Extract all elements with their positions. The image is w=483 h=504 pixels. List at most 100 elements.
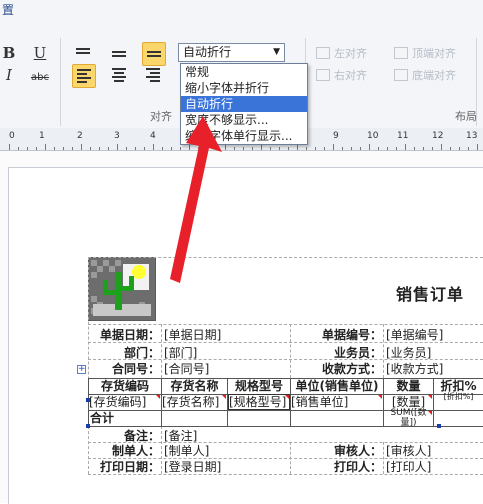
text-control-combo[interactable]: 自动折行 ▼ <box>178 43 285 62</box>
salesman-field[interactable]: [业务员] <box>386 345 483 361</box>
underline-button[interactable]: U <box>31 44 49 62</box>
ruler-tick <box>378 147 379 150</box>
menu-link[interactable]: 置 <box>2 1 14 18</box>
table-border <box>88 426 483 427</box>
printer-field[interactable]: [打印人] <box>386 459 483 475</box>
report-title[interactable]: 销售订单 <box>396 281 464 305</box>
ruler-tick <box>36 147 37 150</box>
cell-marker <box>428 411 432 415</box>
ruler-tick <box>162 147 163 150</box>
table-cell[interactable]: [折扣%] <box>434 392 483 408</box>
align-top-button[interactable] <box>72 40 94 62</box>
ruler-tick <box>423 147 424 150</box>
strikethrough-button[interactable]: abc <box>31 68 49 86</box>
align-middle-icon <box>112 51 126 57</box>
column-header[interactable]: 数量 <box>384 378 433 394</box>
auditor-field[interactable]: [审核人] <box>386 443 483 459</box>
selection-handle[interactable] <box>86 398 90 402</box>
column-header[interactable]: 存货名称 <box>162 378 227 394</box>
ruler-tick <box>405 144 406 150</box>
align-left-button[interactable] <box>72 64 96 88</box>
guide-line <box>290 324 291 378</box>
align-center-button[interactable] <box>108 64 130 86</box>
dropdown-option-auto-wrap[interactable]: 自动折行 <box>181 96 307 112</box>
ruler-tick <box>333 144 334 150</box>
bottom-align-command[interactable]: 底端对齐 <box>394 67 456 83</box>
cactus-logo-image[interactable] <box>88 257 156 321</box>
ruler-number: 11 <box>397 131 409 141</box>
guide-line <box>161 324 162 378</box>
print-date-field[interactable]: [登录日期] <box>164 459 284 475</box>
ruler-tick <box>279 147 280 150</box>
ruler-tick <box>18 147 19 150</box>
ruler-tick <box>117 144 118 150</box>
ruler-tick <box>414 147 415 150</box>
dept-field[interactable]: [部门] <box>164 345 284 361</box>
chevron-down-icon[interactable]: ▼ <box>273 44 280 61</box>
doc-date-field[interactable]: [单据日期] <box>164 327 284 343</box>
text-control-dropdown: 常规 缩小字体并折行 自动折行 宽度不够显示... 缩小字体单行显示... <box>180 63 308 145</box>
dropdown-option-insufficient-width[interactable]: 宽度不够显示... <box>181 112 307 128</box>
group-label-layout: 布局 <box>455 110 477 123</box>
column-header[interactable]: 单位(销售单位) <box>291 378 383 394</box>
combo-selected-value: 自动折行 <box>183 45 232 59</box>
remark-field[interactable]: [备注] <box>164 428 284 444</box>
ruler-number: 2 <box>77 131 83 141</box>
print-date-label: 打印日期： <box>99 460 160 474</box>
align-bottom-icon <box>147 51 161 57</box>
ruler-tick <box>45 144 46 150</box>
dropdown-option-shrink-single-line[interactable]: 缩小字体单行显示... <box>181 128 307 144</box>
dropdown-option-normal[interactable]: 常规 <box>181 64 307 80</box>
align-right-button[interactable] <box>142 64 164 86</box>
maker-field[interactable]: [制单人] <box>164 443 284 459</box>
left-align-command[interactable]: 左对齐 <box>316 45 367 61</box>
table-cell[interactable]: [存货名称] <box>162 394 227 410</box>
column-header[interactable]: 规格型号 <box>228 378 290 394</box>
top-align-label: 顶端对齐 <box>412 47 456 60</box>
bold-button[interactable]: B <box>0 44 18 62</box>
ruler-tick <box>243 147 244 150</box>
total-label[interactable]: 合计 <box>90 410 150 426</box>
ruler-number: 9 <box>333 131 339 141</box>
right-align-icon <box>316 69 330 81</box>
ruler-tick <box>81 144 82 150</box>
table-move-handle[interactable]: + <box>77 365 86 374</box>
ruler-number: 10 <box>367 131 379 141</box>
ruler-tick <box>99 147 100 150</box>
ruler-tick <box>207 147 208 150</box>
ruler-tick <box>234 147 235 150</box>
payment-field[interactable]: [收款方式] <box>386 361 483 377</box>
align-middle-button[interactable] <box>108 43 130 65</box>
cell-marker <box>378 395 382 399</box>
ruler-tick <box>432 147 433 150</box>
ruler-tick <box>171 147 172 150</box>
table-cell[interactable]: [销售单位] <box>291 394 383 410</box>
align-bottom-button[interactable] <box>142 42 166 66</box>
ruler-tick <box>342 147 343 150</box>
total-qty-cell[interactable]: SUM([数量]) <box>384 408 433 426</box>
contract-field[interactable]: [合同号] <box>164 361 284 377</box>
ruler-tick <box>360 147 361 150</box>
ruler-number: 0 <box>9 131 15 141</box>
dept-label: 部门： <box>123 346 160 360</box>
align-right-icon <box>146 68 160 82</box>
top-align-command[interactable]: 顶端对齐 <box>394 45 456 61</box>
italic-button[interactable]: I <box>0 66 18 84</box>
guide-line <box>383 324 384 378</box>
right-align-command[interactable]: 右对齐 <box>316 67 367 83</box>
selection-handle[interactable] <box>437 424 441 428</box>
doc-no-field[interactable]: [单据编号] <box>386 327 483 343</box>
ruler-tick <box>153 144 154 150</box>
maker-label: 制单人： <box>111 444 160 458</box>
salesman-label: 业务员： <box>333 346 382 360</box>
table-cell[interactable]: [存货编码] <box>89 394 161 410</box>
ruler-number: 4 <box>150 131 156 141</box>
ruler-tick <box>450 147 451 150</box>
dropdown-option-shrink-wrap[interactable]: 缩小字体并折行 <box>181 80 307 96</box>
table-cell-selected[interactable]: [规格型号] <box>228 394 290 410</box>
ruler-tick <box>54 147 55 150</box>
ruler-tick <box>441 144 442 150</box>
ruler-tick <box>216 147 217 150</box>
column-header[interactable]: 存货编码 <box>89 378 161 394</box>
ruler-tick <box>126 147 127 150</box>
